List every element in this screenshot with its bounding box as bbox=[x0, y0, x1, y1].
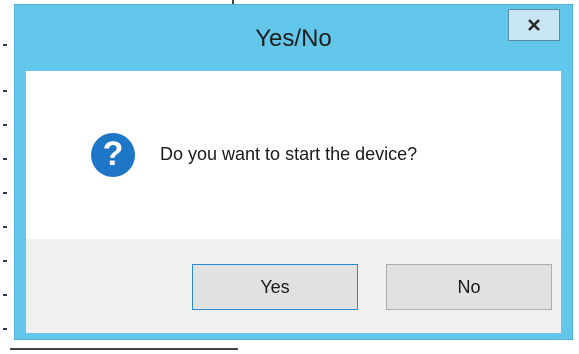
background-window-edge bbox=[0, 0, 14, 354]
background-tick bbox=[3, 158, 7, 160]
yes-button[interactable]: Yes bbox=[192, 264, 358, 310]
background-divider bbox=[10, 348, 238, 350]
background-tick bbox=[3, 124, 7, 126]
background-tick bbox=[3, 44, 7, 46]
question-icon-glyph: ? bbox=[102, 135, 124, 173]
background-tick bbox=[3, 226, 7, 228]
message-area: ? Do you want to start the device? bbox=[26, 71, 561, 239]
yes-no-dialog: Yes/No ? Do you want to start the device… bbox=[14, 4, 573, 340]
background-tick bbox=[3, 260, 7, 262]
no-button[interactable]: No bbox=[386, 264, 552, 310]
background-tick bbox=[3, 294, 7, 296]
dialog-titlebar[interactable]: Yes/No bbox=[15, 5, 572, 71]
background-tick bbox=[3, 90, 7, 92]
question-icon: ? bbox=[91, 133, 135, 177]
dialog-message: Do you want to start the device? bbox=[160, 144, 418, 164]
dialog-body: ? Do you want to start the device? Yes N… bbox=[26, 71, 561, 333]
screen: Yes/No ? Do you want to start the device… bbox=[0, 0, 579, 354]
background-tick bbox=[3, 192, 7, 194]
dialog-title: Yes/No bbox=[255, 25, 332, 52]
button-bar: Yes No bbox=[26, 239, 561, 333]
close-icon bbox=[528, 19, 540, 31]
background-tick bbox=[3, 328, 7, 330]
close-button[interactable] bbox=[508, 9, 560, 41]
